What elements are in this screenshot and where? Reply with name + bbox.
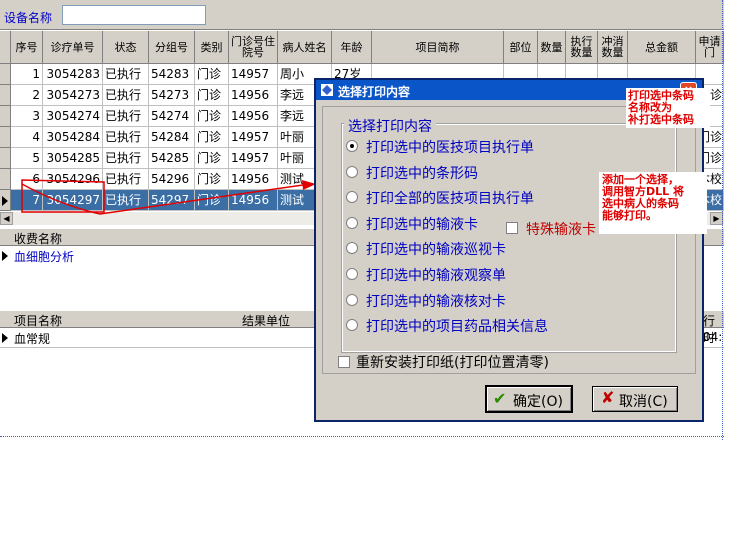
row-highlight <box>21 179 105 213</box>
app-icon <box>321 84 333 96</box>
reinstall-paper-label: 重新安装打印纸(打印位置清零) <box>356 355 549 371</box>
dialog-title: 选择打印内容 <box>338 85 411 99</box>
radio-icon[interactable] <box>346 140 358 152</box>
print-option-label: 打印选中的医技项目执行单 <box>366 140 534 156</box>
annotation-note2: 添加一个选择， 调用智方DLL 将 选中病人的条码 能够打印。 <box>602 174 684 222</box>
group-label: 选择打印内容 <box>344 116 436 136</box>
radio-icon[interactable] <box>346 268 358 280</box>
print-option-label: 打印选中的输液巡视卡 <box>366 242 506 259</box>
cancel-button[interactable]: ✘ 取消(C) <box>592 386 678 412</box>
note1-line: 补打选中条码 <box>628 113 694 126</box>
print-dialog: 选择打印内容 × 选择打印内容 打印选中的医技项目执行单打印选中的条形码打印全部… <box>314 78 704 422</box>
radio-icon[interactable] <box>346 216 358 229</box>
selection-arrow <box>21 183 311 215</box>
reinstall-paper-checkbox[interactable] <box>338 356 350 368</box>
special-card-checkbox[interactable] <box>506 222 518 234</box>
print-option-label: 打印选中的条形码 <box>366 165 478 182</box>
print-option-label: 打印选中的输液卡 <box>366 216 478 233</box>
annotation-note1: 打印选中条码 名称改为 补打选中条码 <box>628 90 694 126</box>
radio-icon[interactable] <box>346 165 358 178</box>
special-card-label: 特殊输液卡 <box>526 222 596 238</box>
ok-label: 确定(O) <box>513 394 563 410</box>
ok-button[interactable]: ✔ 确定(O) <box>485 385 573 413</box>
print-option-label: 打印选中的输液核对卡 <box>366 293 506 310</box>
print-option-label: 打印选中的项目药品相关信息 <box>366 319 548 336</box>
radio-icon[interactable] <box>346 293 358 306</box>
print-option-label: 打印全部的医技项目执行单 <box>366 191 534 208</box>
note2-line: 能够打印。 <box>602 209 657 222</box>
print-option-label: 打印选中的输液观察单 <box>366 268 506 284</box>
cancel-x-icon: ✘ <box>601 388 615 407</box>
check-icon: ✔ <box>493 389 507 408</box>
cancel-label: 取消(C) <box>619 394 668 410</box>
